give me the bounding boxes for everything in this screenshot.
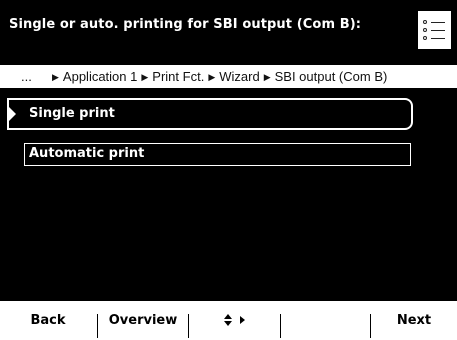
navigate-button[interactable] <box>189 301 279 340</box>
option-label: Automatic print <box>29 146 145 161</box>
up-down-arrows-icon <box>223 314 232 326</box>
page-title: Single or auto. printing for SBI output … <box>9 17 362 32</box>
options-list: Single print Automatic print <box>0 88 457 301</box>
title-bar: Single or auto. printing for SBI output … <box>0 0 457 50</box>
option-automatic-print[interactable]: Automatic print <box>24 143 411 166</box>
breadcrumb-item: Print Fct. <box>152 69 205 84</box>
list-row <box>423 20 447 24</box>
breadcrumb-separator-icon: ▶ <box>52 72 59 82</box>
back-button[interactable]: Back <box>0 301 96 340</box>
right-arrow-icon <box>239 316 245 324</box>
selection-pointer-icon <box>9 107 16 121</box>
breadcrumb-item: Application 1 <box>62 69 138 84</box>
breadcrumb-ellipsis: ... <box>21 69 32 84</box>
breadcrumb-item: SBI output (Com B) <box>274 69 388 84</box>
softkey-bar: Back Overview Next <box>0 301 457 340</box>
screen: Single or auto. printing for SBI output … <box>0 0 457 340</box>
breadcrumb: ... ▶ Application 1 ▶ Print Fct. ▶ Wizard ▶ SBI… <box>0 65 457 88</box>
option-label: Single print <box>29 106 115 121</box>
list-menu-icon[interactable] <box>418 11 451 49</box>
blank-softkey[interactable] <box>281 301 370 340</box>
breadcrumb-separator-icon: ▶ <box>263 72 271 82</box>
breadcrumb-path: ▶ Application 1 ▶ Print Fct. ▶ Wizard ▶ SBI out… <box>48 65 387 88</box>
overview-button[interactable]: Overview <box>98 301 188 340</box>
breadcrumb-item: Wizard <box>219 69 260 84</box>
breadcrumb-separator-icon: ▶ <box>141 72 149 82</box>
list-row <box>423 36 447 40</box>
list-row <box>423 28 447 32</box>
option-single-print[interactable]: Single print <box>7 98 413 130</box>
next-button[interactable]: Next <box>371 301 457 340</box>
breadcrumb-separator-icon: ▶ <box>208 72 216 82</box>
